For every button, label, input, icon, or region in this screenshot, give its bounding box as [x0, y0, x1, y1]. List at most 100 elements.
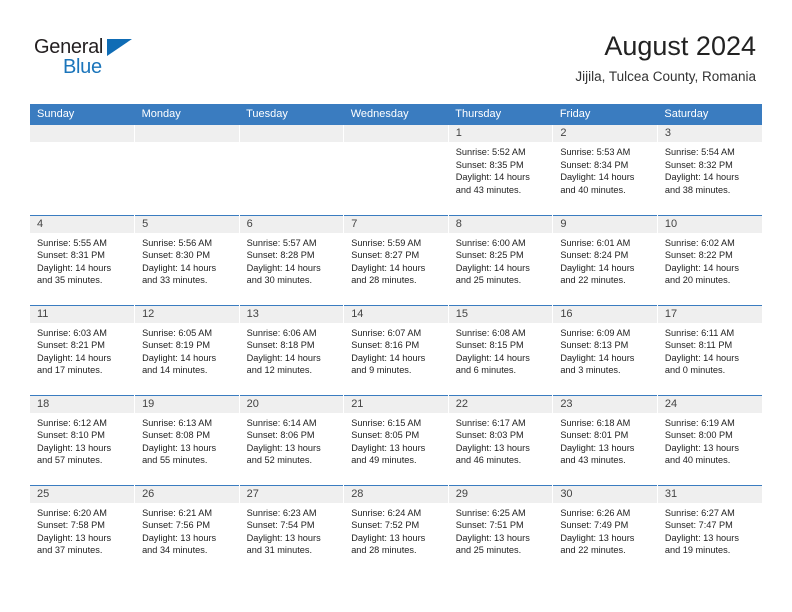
calendar-day-cell[interactable]: 25 Sunrise: 6:20 AM Sunset: 7:58 PM Dayligh…: [30, 484, 136, 575]
day-detail-daylight-1: Daylight: 14 hours: [455, 172, 530, 182]
day-detail-daylight-1: Daylight: 14 hours: [142, 352, 217, 363]
day-detail-sunset: Sunset: 8:18 PM: [246, 340, 315, 350]
day-detail-sunset: Sunset: 8:06 PM: [246, 430, 315, 440]
day-detail-sunrise: Sunrise: 6:12 AM: [37, 417, 107, 428]
calendar-day-cell[interactable]: 28 Sunrise: 6:24 AM Sunset: 7:52 PM Dayligh…: [343, 484, 449, 575]
day-detail-sunset: Sunset: 8:32 PM: [664, 159, 733, 170]
day-number: 13: [239, 305, 344, 323]
calendar-day-cell[interactable]: 1 Sunrise: 5:52 AM Sunset: 8:35 PM Daylight…: [448, 125, 554, 215]
calendar-day-cell[interactable]: 27 Sunrise: 6:23 AM Sunset: 7:54 PM Dayligh…: [239, 484, 345, 575]
day-number: 28: [344, 485, 448, 503]
logo-triangle-icon: [107, 39, 132, 56]
calendar-day-cell[interactable]: 5 Sunrise: 5:56 AM Sunset: 8:30 PM Daylight…: [134, 214, 240, 305]
calendar-day-cell-empty: [30, 125, 136, 215]
day-number: 9: [553, 215, 657, 233]
calendar-week-row: 4 Sunrise: 5:55 AM Sunset: 8:31 PM Daylight…: [30, 214, 762, 305]
day-detail-daylight-1: Daylight: 13 hours: [246, 532, 321, 543]
day-number: 19: [135, 395, 239, 413]
day-number: 23: [553, 395, 657, 413]
day-details: Sunrise: 6:08 AM Sunset: 8:15 PM Daylight:…: [449, 323, 553, 377]
day-detail-sunset: Sunset: 7:51 PM: [455, 520, 524, 530]
day-detail-sunset: Sunset: 8:08 PM: [142, 430, 210, 440]
calendar-day-cell[interactable]: 26 Sunrise: 6:21 AM Sunset: 7:56 PM Dayligh…: [134, 484, 240, 575]
logo-text-general: General: [34, 36, 104, 58]
weekday-header-monday: Monday: [134, 104, 240, 125]
day-details: Sunrise: 6:09 AM Sunset: 8:13 PM Daylight:…: [553, 323, 657, 377]
day-detail-daylight-2: and 12 minutes.: [246, 365, 313, 375]
day-number: [344, 125, 448, 142]
day-detail-daylight-2: and 52 minutes.: [246, 455, 313, 465]
calendar-day-cell[interactable]: 31 Sunrise: 6:27 AM Sunset: 7:47 PM Dayligh…: [657, 484, 762, 575]
day-detail-sunset: Sunset: 7:54 PM: [246, 520, 315, 530]
day-detail-sunrise: Sunrise: 6:18 AM: [560, 417, 631, 428]
calendar-day-cell-empty: [343, 125, 449, 215]
day-details: Sunrise: 6:07 AM Sunset: 8:16 PM Daylight:…: [344, 323, 448, 377]
day-detail-daylight-1: Daylight: 14 hours: [560, 172, 635, 182]
day-detail-sunrise: Sunrise: 5:57 AM: [246, 237, 317, 248]
calendar-day-cell[interactable]: 16 Sunrise: 6:09 AM Sunset: 8:13 PM Dayligh…: [552, 304, 658, 395]
calendar-day-cell[interactable]: 22 Sunrise: 6:17 AM Sunset: 8:03 PM Dayligh…: [448, 394, 554, 485]
calendar-day-cell[interactable]: 14 Sunrise: 6:07 AM Sunset: 8:16 PM Dayligh…: [343, 304, 449, 395]
calendar-head: Sunday Monday Tuesday Wednesday Thursday…: [30, 104, 762, 125]
calendar-day-cell[interactable]: 2 Sunrise: 5:53 AM Sunset: 8:34 PM Daylight…: [552, 125, 658, 215]
calendar-day-cell[interactable]: 19 Sunrise: 6:13 AM Sunset: 8:08 PM Dayligh…: [134, 394, 240, 485]
calendar-day-cell[interactable]: 3 Sunrise: 5:54 AM Sunset: 8:32 PM Daylight…: [657, 125, 762, 215]
day-number: 18: [30, 395, 135, 413]
day-number: 5: [135, 215, 239, 233]
calendar-day-cell[interactable]: 29 Sunrise: 6:25 AM Sunset: 7:51 PM Dayligh…: [448, 484, 554, 575]
day-details: Sunrise: 6:11 AM Sunset: 8:11 PM Daylight:…: [658, 323, 762, 377]
calendar-week-row: 11 Sunrise: 6:03 AM Sunset: 8:21 PM Dayligh…: [30, 304, 762, 395]
calendar-day-cell[interactable]: 23 Sunrise: 6:18 AM Sunset: 8:01 PM Dayligh…: [552, 394, 658, 485]
calendar-day-cell[interactable]: 13 Sunrise: 6:06 AM Sunset: 8:18 PM Dayligh…: [239, 304, 345, 395]
general-blue-logo[interactable]: General Blue: [34, 36, 164, 82]
day-details: Sunrise: 6:17 AM Sunset: 8:03 PM Daylight:…: [449, 413, 553, 467]
calendar-day-cell[interactable]: 15 Sunrise: 6:08 AM Sunset: 8:15 PM Dayligh…: [448, 304, 554, 395]
day-detail-sunrise: Sunrise: 5:54 AM: [664, 147, 735, 157]
calendar-day-cell[interactable]: 21 Sunrise: 6:15 AM Sunset: 8:05 PM Dayligh…: [343, 394, 449, 485]
page-subtitle: Jijila, Tulcea County, Romania: [575, 69, 756, 84]
day-number: 8: [448, 215, 553, 233]
day-detail-daylight-1: Daylight: 14 hours: [560, 352, 635, 363]
calendar-day-cell[interactable]: 8 Sunrise: 6:00 AM Sunset: 8:25 PM Daylight…: [448, 214, 554, 305]
page-header: General Blue August 2024 Jijila, Tulcea …: [0, 0, 792, 104]
day-detail-sunrise: Sunrise: 6:06 AM: [246, 327, 317, 338]
calendar-day-cell[interactable]: 9 Sunrise: 6:01 AM Sunset: 8:24 PM Daylight…: [552, 214, 658, 305]
calendar-day-cell[interactable]: 4 Sunrise: 5:55 AM Sunset: 8:31 PM Daylight…: [30, 214, 136, 305]
calendar-day-cell[interactable]: 11 Sunrise: 6:03 AM Sunset: 8:21 PM Dayligh…: [30, 304, 136, 395]
calendar-day-cell[interactable]: 12 Sunrise: 6:05 AM Sunset: 8:19 PM Dayligh…: [134, 304, 240, 395]
day-detail-sunrise: Sunrise: 6:20 AM: [37, 507, 107, 518]
calendar-day-cell[interactable]: 18 Sunrise: 6:12 AM Sunset: 8:10 PM Dayligh…: [30, 394, 136, 485]
day-details: Sunrise: 6:03 AM Sunset: 8:21 PM Daylight:…: [30, 323, 134, 377]
day-details: Sunrise: 6:02 AM Sunset: 8:22 PM Daylight:…: [658, 233, 762, 287]
calendar-day-cell[interactable]: 17 Sunrise: 6:11 AM Sunset: 8:11 PM Dayligh…: [657, 304, 762, 395]
day-detail-daylight-1: Daylight: 14 hours: [351, 262, 426, 273]
day-detail-sunset: Sunset: 8:30 PM: [142, 250, 210, 260]
calendar-day-cell[interactable]: 24 Sunrise: 6:19 AM Sunset: 8:00 PM Dayligh…: [657, 394, 762, 485]
day-detail-sunrise: Sunrise: 6:09 AM: [560, 327, 631, 338]
day-number: 25: [30, 485, 135, 503]
day-details: Sunrise: 5:55 AM Sunset: 8:31 PM Daylight:…: [30, 233, 134, 287]
calendar-day-cell[interactable]: 30 Sunrise: 6:26 AM Sunset: 7:49 PM Dayligh…: [552, 484, 658, 575]
day-detail-daylight-1: Daylight: 13 hours: [142, 442, 217, 453]
day-detail-daylight-1: Daylight: 13 hours: [560, 442, 635, 453]
calendar-day-cell[interactable]: 20 Sunrise: 6:14 AM Sunset: 8:06 PM Dayligh…: [239, 394, 345, 485]
day-detail-daylight-2: and 57 minutes.: [37, 455, 103, 465]
day-detail-daylight-2: and 40 minutes.: [664, 455, 731, 465]
day-detail-daylight-2: and 9 minutes.: [351, 365, 412, 375]
day-details: Sunrise: 6:23 AM Sunset: 7:54 PM Daylight:…: [240, 503, 344, 557]
calendar-day-cell[interactable]: 7 Sunrise: 5:59 AM Sunset: 8:27 PM Daylight…: [343, 214, 449, 305]
day-number: 1: [448, 125, 553, 142]
calendar-day-cell[interactable]: 10 Sunrise: 6:02 AM Sunset: 8:22 PM Dayligh…: [657, 214, 762, 305]
day-detail-sunset: Sunset: 8:21 PM: [37, 340, 105, 350]
day-detail-sunset: Sunset: 8:28 PM: [246, 250, 315, 260]
day-detail-daylight-1: Daylight: 13 hours: [37, 442, 112, 453]
day-details: Sunrise: 6:01 AM Sunset: 8:24 PM Daylight:…: [553, 233, 657, 287]
day-number: 26: [135, 485, 239, 503]
day-number: 4: [30, 215, 135, 233]
day-detail-sunrise: Sunrise: 6:00 AM: [455, 237, 526, 248]
day-number: 11: [30, 305, 135, 323]
day-detail-sunrise: Sunrise: 6:03 AM: [37, 327, 107, 338]
calendar-day-cell[interactable]: 6 Sunrise: 5:57 AM Sunset: 8:28 PM Daylight…: [239, 214, 345, 305]
day-detail-daylight-2: and 35 minutes.: [37, 275, 103, 285]
weekday-header-tuesday: Tuesday: [239, 104, 344, 125]
